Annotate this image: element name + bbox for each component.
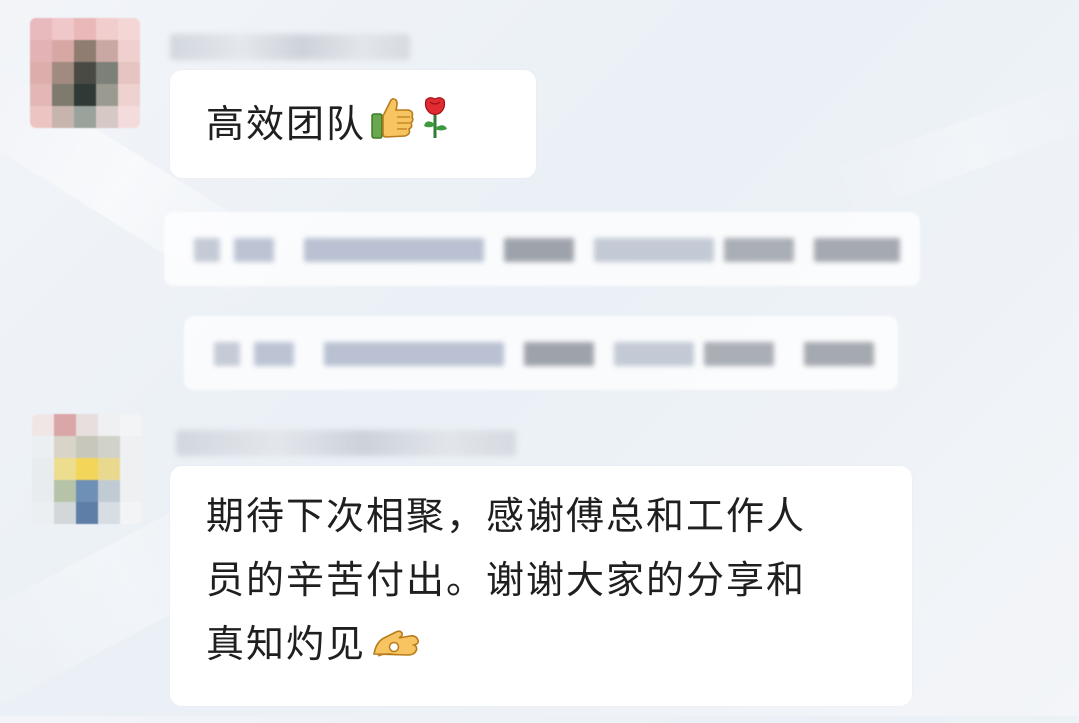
ok-hand-icon xyxy=(370,615,422,679)
message-line: 真知灼见 xyxy=(206,612,896,679)
message-bubble[interactable]: 期待下次相聚，感谢傅总和工作人 员的辛苦付出。谢谢大家的分享和真知灼见 xyxy=(170,466,912,706)
avatar[interactable] xyxy=(32,414,142,524)
message-bubble[interactable]: 高效团队 xyxy=(170,70,536,178)
sender-name-redacted xyxy=(170,34,410,60)
sender-name-redacted xyxy=(176,430,516,456)
background-glare xyxy=(820,70,1079,220)
avatar[interactable] xyxy=(30,18,140,128)
redacted-message-bubble[interactable] xyxy=(164,212,920,286)
message-text: 期待下次相聚，感谢傅总和工作人 员的辛苦付出。谢谢大家的分享和真知灼见 xyxy=(206,484,896,679)
message-line: 期待下次相聚，感谢傅总和工作人 xyxy=(206,494,807,538)
message-line: 员的辛苦付出。谢谢大家的分享和 xyxy=(206,558,807,602)
rose-icon xyxy=(420,94,450,159)
redacted-message-bubble[interactable] xyxy=(184,316,898,390)
message-text: 高效团队 xyxy=(206,92,450,159)
thumbs-up-icon xyxy=(370,95,416,159)
